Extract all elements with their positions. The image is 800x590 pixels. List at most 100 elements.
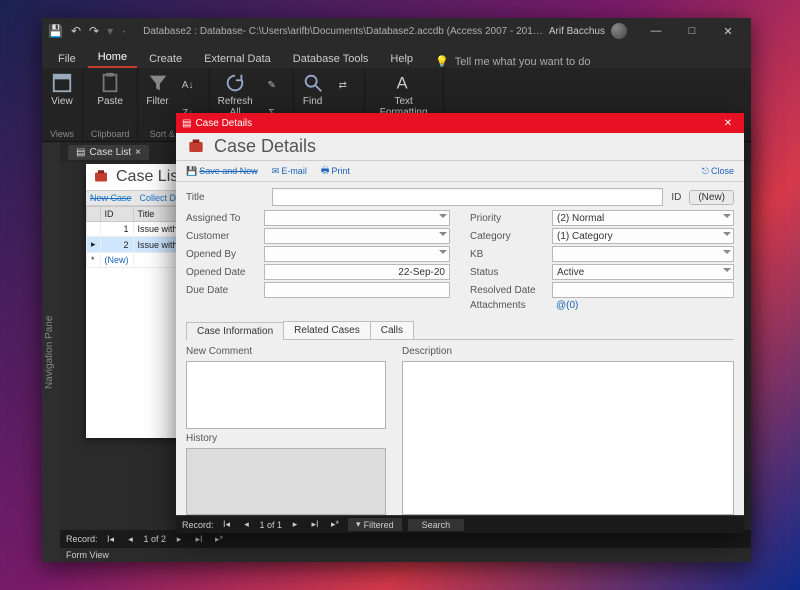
tell-me-search[interactable]: 💡 Tell me what you want to do [435,55,590,68]
record-new-icon[interactable]: ▸* [212,534,226,545]
record-last-icon[interactable]: ▸I [308,519,322,530]
refresh-button[interactable]: Refresh All [218,72,253,118]
record-first-icon[interactable]: I◂ [104,534,118,545]
redo-icon[interactable]: ↷ [89,24,99,38]
case-details-close-button[interactable]: ✕ [718,118,738,129]
tab-external-data[interactable]: External Data [194,49,281,68]
record-position: 1 of 1 [260,520,283,530]
print-link[interactable]: 🖶Print [321,163,350,179]
form-tab-close-icon[interactable]: × [135,147,141,158]
kb-label: KB [470,249,552,260]
title-label: Title [186,192,264,203]
col-id[interactable]: ID [100,207,133,222]
view-button[interactable]: View [51,72,73,107]
user-area[interactable]: Arif Bacchus [549,23,627,39]
form-tab-label: Case List [89,147,131,158]
opened-date-input[interactable]: 22-Sep-20 [264,264,450,280]
user-name: Arif Bacchus [549,26,605,37]
tab-calls[interactable]: Calls [370,321,414,339]
history-label: History [186,433,386,444]
tab-help[interactable]: Help [380,49,423,68]
history-textarea[interactable] [186,448,386,516]
save-and-new-link[interactable]: 💾Save and New [186,163,258,179]
due-date-input[interactable] [264,282,450,298]
title-row: Title ID (New) [186,188,734,206]
record-last-icon[interactable]: ▸I [192,534,206,545]
record-prev-icon[interactable]: ◂ [124,534,138,545]
ribbon-group-clipboard: Paste Clipboard [83,68,139,141]
paste-icon [99,72,121,94]
status-combo[interactable]: Active [552,264,734,280]
tell-me-label: Tell me what you want to do [455,56,591,68]
qat-more[interactable]: ･ [121,23,127,40]
filter-button[interactable]: Filter [146,72,168,107]
status-label: Status [470,267,552,278]
case-details-title: Case Details [195,118,252,129]
find-button[interactable]: Find [302,72,324,107]
navigation-pane-collapsed[interactable]: Navigation Pane [42,142,60,562]
category-combo[interactable]: (1) Category [552,228,734,244]
clipboard-group-label: Clipboard [91,129,130,139]
record-first-icon[interactable]: I◂ [220,519,234,530]
email-link[interactable]: ✉E-mail [272,163,307,179]
priority-combo[interactable]: (2) Normal [552,210,734,226]
record-position: 1 of 2 [144,534,167,544]
avatar [611,23,627,39]
filter-icon: ▾ [356,519,361,530]
customer-label: Customer [186,231,264,242]
filtered-indicator[interactable]: ▾Filtered [348,518,402,531]
close-link[interactable]: ⎋Close [702,163,734,179]
search-box[interactable]: Search [408,519,465,531]
opened-by-combo[interactable] [264,246,450,262]
tab-create[interactable]: Create [139,49,192,68]
resolved-date-label: Resolved Date [470,285,552,296]
qat-overflow-icon[interactable]: ▾ [107,24,113,38]
priority-label: Priority [470,213,552,224]
lightbulb-icon: 💡 [435,55,449,68]
opened-by-label: Opened By [186,249,264,260]
text-formatting-button[interactable]: A Text Formatting [380,72,428,118]
record-prev-icon[interactable]: ◂ [240,519,254,530]
tab-related-cases[interactable]: Related Cases [283,321,371,339]
fields-columns: Assigned To Customer Opened By Opened Da… [186,210,734,313]
customer-combo[interactable] [264,228,450,244]
description-textarea[interactable] [402,361,734,515]
minimize-button[interactable]: — [639,20,673,42]
assigned-to-combo[interactable] [264,210,450,226]
paste-button[interactable]: Paste [97,72,123,107]
form-tab-caselist[interactable]: ▤ Case List × [68,145,149,160]
caselist-newcase-link[interactable]: New Case [90,193,132,203]
find-icon [302,72,324,94]
print-icon: 🖶 [321,163,330,179]
replace-icon[interactable]: ⇄ [330,72,356,98]
new-comment-textarea[interactable] [186,361,386,429]
close-button[interactable]: ✕ [711,20,745,42]
record-new-icon[interactable]: ▸* [328,519,342,530]
new-record-icon[interactable]: ✎ [259,72,285,98]
left-column: Assigned To Customer Opened By Opened Da… [186,210,450,313]
record-next-icon[interactable]: ▸ [172,534,186,545]
sort-asc-icon[interactable]: A↓ [175,72,201,98]
case-header-icon [186,137,206,157]
filter-label: Filter [146,96,168,107]
title-input[interactable] [272,188,663,206]
description-label: Description [402,346,734,357]
record-next-icon[interactable]: ▸ [288,519,302,530]
tab-database-tools[interactable]: Database Tools [283,49,379,68]
window-controls: — □ ✕ [639,20,745,42]
new-comment-label: New Comment [186,346,386,357]
tab-home[interactable]: Home [88,47,137,68]
attachments-value[interactable]: @(0) [552,300,734,311]
case-details-header: Case Details [176,133,744,161]
kb-combo[interactable] [552,246,734,262]
caselist-icon [92,168,110,186]
undo-icon[interactable]: ↶ [71,24,81,38]
tab-case-information[interactable]: Case Information [186,322,284,340]
maximize-button[interactable]: □ [675,20,709,42]
case-details-titlebar[interactable]: ▤ Case Details ✕ [176,113,744,133]
resolved-date-input[interactable] [552,282,734,298]
save-icon[interactable]: 💾 [48,24,63,38]
views-group-label: Views [50,129,74,139]
svg-text:A: A [396,75,407,93]
tab-file[interactable]: File [48,49,86,68]
